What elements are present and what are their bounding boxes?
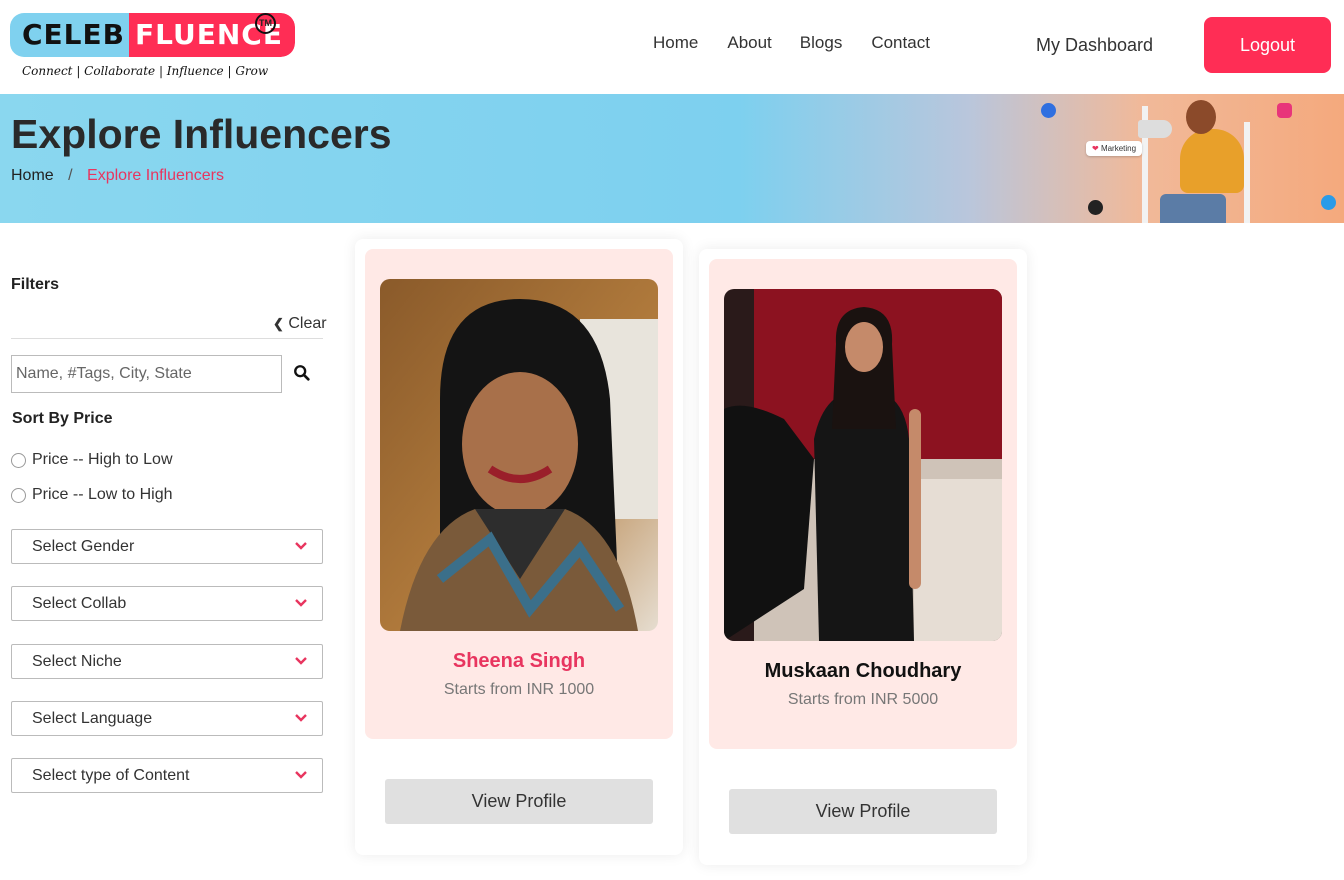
chevron-down-icon: [295, 714, 307, 722]
page-banner: Explore Influencers Home / Explore Influ…: [0, 94, 1344, 223]
clear-filters-button[interactable]: ❮ Clear: [273, 315, 327, 333]
instagram-icon: [1277, 103, 1292, 118]
logout-button[interactable]: Logout: [1204, 17, 1331, 73]
sort-low-to-high[interactable]: Price -- Low to High: [11, 486, 173, 504]
chevron-left-icon: ❮: [273, 316, 284, 331]
breadcrumb-home[interactable]: Home: [11, 167, 54, 184]
chevron-down-icon: [295, 771, 307, 779]
main-nav: Home About Blogs Contact: [653, 33, 959, 53]
breadcrumb: Home / Explore Influencers: [11, 167, 224, 185]
banner-illustration-person: [1180, 129, 1244, 193]
nav-about[interactable]: About: [727, 33, 771, 53]
logo-wordmark: CELEB FLUENCE: [10, 13, 295, 57]
radio-button[interactable]: [11, 452, 26, 468]
influencer-card: Muskaan Choudhary Starts from INR 5000 V…: [699, 249, 1027, 865]
page-title: Explore Influencers: [11, 111, 392, 157]
logo-tagline: Connect | Collaborate | Influence | Grow: [22, 64, 269, 78]
divider: [11, 338, 323, 339]
select-label: Select Niche: [32, 653, 122, 670]
collab-select[interactable]: Select Collab: [11, 586, 323, 621]
search-input[interactable]: [11, 355, 282, 393]
trademark-icon: TM: [255, 13, 276, 34]
influencer-price: Starts from INR 1000: [443, 681, 595, 698]
logo-celeb-text: CELEB: [10, 13, 129, 57]
site-header: CELEB FLUENCE TM Connect | Collaborate |…: [0, 0, 1344, 94]
twitter-icon: [1321, 195, 1336, 210]
card-body: Sheena Singh Starts from INR 1000: [365, 249, 673, 739]
sort-high-to-low[interactable]: Price -- High to Low: [11, 451, 173, 469]
card-body: Muskaan Choudhary Starts from INR 5000: [709, 259, 1017, 749]
chevron-down-icon: [295, 542, 307, 550]
breadcrumb-current: Explore Influencers: [87, 167, 225, 184]
nav-contact[interactable]: Contact: [871, 33, 930, 53]
influencer-card: Sheena Singh Starts from INR 1000 View P…: [355, 239, 683, 855]
megaphone-icon: [1138, 120, 1172, 138]
sort-option-label: Price -- High to Low: [32, 451, 173, 468]
select-label: Select Language: [32, 710, 153, 727]
banner-illustration-person: [1160, 194, 1226, 223]
nav-blogs[interactable]: Blogs: [800, 33, 843, 53]
influencer-photo[interactable]: [724, 289, 1002, 641]
view-profile-button[interactable]: View Profile: [729, 789, 997, 834]
marketing-chip: ❤ Marketing: [1086, 141, 1143, 156]
facebook-icon: [1041, 103, 1056, 118]
influencer-name[interactable]: Muskaan Choudhary: [709, 660, 1017, 683]
view-profile-button[interactable]: View Profile: [385, 779, 653, 824]
nav-home[interactable]: Home: [653, 33, 698, 53]
chevron-down-icon: [295, 599, 307, 607]
select-label: Select type of Content: [32, 767, 190, 784]
my-dashboard-link[interactable]: My Dashboard: [1036, 35, 1153, 56]
banner-illustration-person: [1186, 100, 1216, 134]
sort-by-price-heading: Sort By Price: [12, 410, 113, 427]
influencer-photo[interactable]: [380, 279, 658, 631]
language-select[interactable]: Select Language: [11, 701, 323, 736]
chevron-down-icon: [295, 657, 307, 665]
content-type-select[interactable]: Select type of Content: [11, 758, 323, 793]
banner-illustration-stand: [1244, 122, 1250, 223]
clear-label: Clear: [288, 315, 327, 332]
sort-option-label: Price -- Low to High: [32, 486, 173, 503]
search-icon[interactable]: [293, 364, 311, 382]
tiktok-icon: [1088, 200, 1103, 215]
radio-button[interactable]: [11, 487, 26, 503]
gender-select[interactable]: Select Gender: [11, 529, 323, 564]
select-label: Select Collab: [32, 595, 127, 612]
celebfluence-logo[interactable]: CELEB FLUENCE TM Connect | Collaborate |…: [10, 13, 295, 83]
influencer-price: Starts from INR 5000: [787, 691, 939, 708]
niche-select[interactable]: Select Niche: [11, 644, 323, 679]
breadcrumb-separator: /: [68, 167, 73, 184]
filters-heading: Filters: [11, 276, 60, 293]
select-label: Select Gender: [32, 538, 135, 555]
influencer-name[interactable]: Sheena Singh: [365, 650, 673, 673]
